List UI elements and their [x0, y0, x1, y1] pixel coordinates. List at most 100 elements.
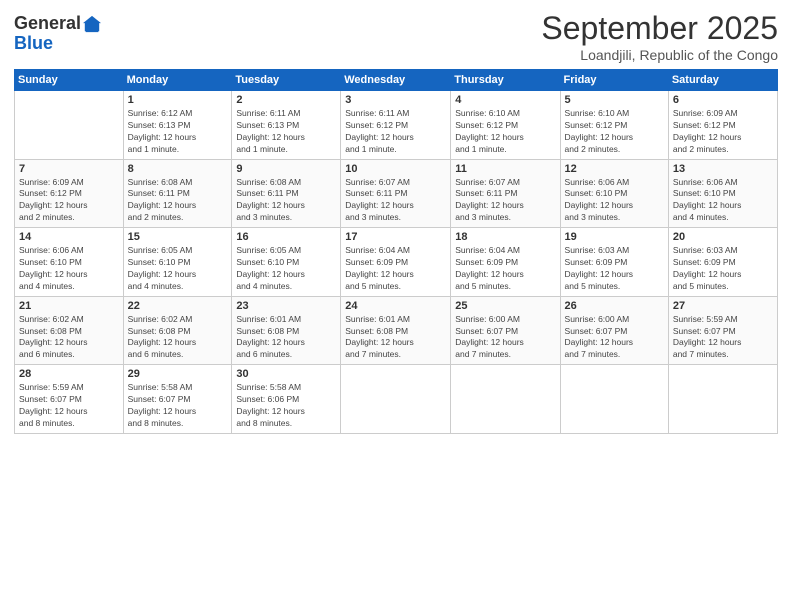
- day-number: 25: [455, 300, 555, 312]
- day-info: Sunrise: 6:01 AMSunset: 6:08 PMDaylight:…: [345, 314, 446, 362]
- day-info: Sunrise: 6:10 AMSunset: 6:12 PMDaylight:…: [455, 108, 555, 156]
- weekday-header-saturday: Saturday: [668, 70, 777, 91]
- day-cell: 11Sunrise: 6:07 AMSunset: 6:11 PMDayligh…: [451, 159, 560, 228]
- day-info: Sunrise: 5:58 AMSunset: 6:07 PMDaylight:…: [128, 382, 228, 430]
- day-number: 2: [236, 94, 336, 106]
- day-info: Sunrise: 6:12 AMSunset: 6:13 PMDaylight:…: [128, 108, 228, 156]
- day-number: 9: [236, 163, 336, 175]
- day-info: Sunrise: 6:03 AMSunset: 6:09 PMDaylight:…: [565, 245, 664, 293]
- day-number: 7: [19, 163, 119, 175]
- week-row-3: 14Sunrise: 6:06 AMSunset: 6:10 PMDayligh…: [15, 228, 778, 297]
- day-number: 8: [128, 163, 228, 175]
- title-block: September 2025 Loandjili, Republic of th…: [541, 10, 778, 63]
- day-number: 30: [236, 368, 336, 380]
- day-cell: [560, 365, 668, 434]
- day-number: 29: [128, 368, 228, 380]
- day-cell: 25 Sunrise: 6:00 AMSunset: 6:07 PMDayligh…: [451, 296, 560, 365]
- day-cell: 8 Sunrise: 6:08 AMSunset: 6:11 PMDaylight…: [123, 159, 232, 228]
- day-number: 10: [345, 163, 446, 175]
- day-cell: 21 Sunrise: 6:02 AMSunset: 6:08 PMDayligh…: [15, 296, 124, 365]
- day-number: 22: [128, 300, 228, 312]
- day-info: Sunrise: 6:10 AMSunset: 6:12 PMDaylight:…: [565, 108, 664, 156]
- day-cell: 23 Sunrise: 6:01 AMSunset: 6:08 PMDayligh…: [232, 296, 341, 365]
- day-cell: 15 Sunrise: 6:05 AMSunset: 6:10 PMDayligh…: [123, 228, 232, 297]
- day-info: Sunrise: 6:06 AMSunset: 6:10 PMDaylight:…: [19, 245, 119, 293]
- day-info: Sunrise: 6:11 AMSunset: 6:13 PMDaylight:…: [236, 108, 336, 156]
- day-info: Sunrise: 6:06 AMSunset: 6:10 PMDaylight:…: [673, 177, 773, 225]
- day-cell: 10 Sunrise: 6:07 AMSunset: 6:11 PMDayligh…: [341, 159, 451, 228]
- day-number: 5: [565, 94, 664, 106]
- day-cell: 12 Sunrise: 6:06 AMSunset: 6:10 PMDayligh…: [560, 159, 668, 228]
- day-cell: 29 Sunrise: 5:58 AMSunset: 6:07 PMDayligh…: [123, 365, 232, 434]
- day-cell: 6 Sunrise: 6:09 AMSunset: 6:12 PMDaylight…: [668, 91, 777, 160]
- logo-icon: [83, 15, 101, 33]
- calendar-table: SundayMondayTuesdayWednesdayThursdayFrid…: [14, 69, 778, 434]
- day-info: Sunrise: 5:58 AMSunset: 6:06 PMDaylight:…: [236, 382, 336, 430]
- day-cell: [668, 365, 777, 434]
- weekday-header-friday: Friday: [560, 70, 668, 91]
- day-number: 20: [673, 231, 773, 243]
- weekday-header-wednesday: Wednesday: [341, 70, 451, 91]
- day-cell: 4 Sunrise: 6:10 AMSunset: 6:12 PMDaylight…: [451, 91, 560, 160]
- day-number: 18: [455, 231, 555, 243]
- day-number: 23: [236, 300, 336, 312]
- day-cell: 17Sunrise: 6:04 AMSunset: 6:09 PMDayligh…: [341, 228, 451, 297]
- day-info: Sunrise: 6:00 AMSunset: 6:07 PMDaylight:…: [455, 314, 555, 362]
- header: General Blue September 2025 Loandjili, R…: [14, 10, 778, 63]
- day-info: Sunrise: 6:02 AMSunset: 6:08 PMDaylight:…: [128, 314, 228, 362]
- day-info: Sunrise: 6:00 AMSunset: 6:07 PMDaylight:…: [565, 314, 664, 362]
- day-number: 19: [565, 231, 664, 243]
- day-number: 3: [345, 94, 446, 106]
- day-number: 17: [345, 231, 446, 243]
- day-info: Sunrise: 6:04 AMSunset: 6:09 PMDaylight:…: [455, 245, 555, 293]
- day-cell: 7Sunrise: 6:09 AMSunset: 6:12 PMDaylight…: [15, 159, 124, 228]
- day-info: Sunrise: 6:05 AMSunset: 6:10 PMDaylight:…: [128, 245, 228, 293]
- logo-blue-text: Blue: [14, 33, 53, 53]
- day-info: Sunrise: 5:59 AMSunset: 6:07 PMDaylight:…: [673, 314, 773, 362]
- day-number: 13: [673, 163, 773, 175]
- day-number: 27: [673, 300, 773, 312]
- day-number: 16: [236, 231, 336, 243]
- day-info: Sunrise: 6:06 AMSunset: 6:10 PMDaylight:…: [565, 177, 664, 225]
- day-number: 28: [19, 368, 119, 380]
- day-number: 12: [565, 163, 664, 175]
- week-row-2: 7Sunrise: 6:09 AMSunset: 6:12 PMDaylight…: [15, 159, 778, 228]
- day-info: Sunrise: 6:11 AMSunset: 6:12 PMDaylight:…: [345, 108, 446, 156]
- day-info: Sunrise: 6:02 AMSunset: 6:08 PMDaylight:…: [19, 314, 119, 362]
- logo: General Blue: [14, 14, 101, 54]
- day-number: 21: [19, 300, 119, 312]
- day-number: 15: [128, 231, 228, 243]
- day-info: Sunrise: 6:03 AMSunset: 6:09 PMDaylight:…: [673, 245, 773, 293]
- day-number: 4: [455, 94, 555, 106]
- logo-general-text: General: [14, 14, 81, 34]
- day-cell: [451, 365, 560, 434]
- day-cell: 30 Sunrise: 5:58 AMSunset: 6:06 PMDayligh…: [232, 365, 341, 434]
- week-row-1: 1Sunrise: 6:12 AMSunset: 6:13 PMDaylight…: [15, 91, 778, 160]
- day-cell: 26 Sunrise: 6:00 AMSunset: 6:07 PMDayligh…: [560, 296, 668, 365]
- weekday-header-monday: Monday: [123, 70, 232, 91]
- day-number: 6: [673, 94, 773, 106]
- day-cell: 2 Sunrise: 6:11 AMSunset: 6:13 PMDaylight…: [232, 91, 341, 160]
- location-title: Loandjili, Republic of the Congo: [541, 47, 778, 63]
- weekday-header-sunday: Sunday: [15, 70, 124, 91]
- month-title: September 2025: [541, 10, 778, 47]
- day-cell: 27 Sunrise: 5:59 AMSunset: 6:07 PMDayligh…: [668, 296, 777, 365]
- day-info: Sunrise: 6:08 AMSunset: 6:11 PMDaylight:…: [128, 177, 228, 225]
- day-cell: 20 Sunrise: 6:03 AMSunset: 6:09 PMDayligh…: [668, 228, 777, 297]
- day-info: Sunrise: 6:07 AMSunset: 6:11 PMDaylight:…: [345, 177, 446, 225]
- weekday-header-row: SundayMondayTuesdayWednesdayThursdayFrid…: [15, 70, 778, 91]
- day-cell: 5 Sunrise: 6:10 AMSunset: 6:12 PMDaylight…: [560, 91, 668, 160]
- day-cell: 1Sunrise: 6:12 AMSunset: 6:13 PMDaylight…: [123, 91, 232, 160]
- page: General Blue September 2025 Loandjili, R…: [0, 0, 792, 612]
- day-number: 26: [565, 300, 664, 312]
- day-cell: [341, 365, 451, 434]
- day-cell: 24Sunrise: 6:01 AMSunset: 6:08 PMDayligh…: [341, 296, 451, 365]
- day-cell: 22 Sunrise: 6:02 AMSunset: 6:08 PMDayligh…: [123, 296, 232, 365]
- day-info: Sunrise: 6:01 AMSunset: 6:08 PMDaylight:…: [236, 314, 336, 362]
- day-cell: 9Sunrise: 6:08 AMSunset: 6:11 PMDaylight…: [232, 159, 341, 228]
- day-cell: 16Sunrise: 6:05 AMSunset: 6:10 PMDayligh…: [232, 228, 341, 297]
- day-cell: 13 Sunrise: 6:06 AMSunset: 6:10 PMDayligh…: [668, 159, 777, 228]
- week-row-5: 28Sunrise: 5:59 AMSunset: 6:07 PMDayligh…: [15, 365, 778, 434]
- day-info: Sunrise: 6:07 AMSunset: 6:11 PMDaylight:…: [455, 177, 555, 225]
- day-info: Sunrise: 6:09 AMSunset: 6:12 PMDaylight:…: [673, 108, 773, 156]
